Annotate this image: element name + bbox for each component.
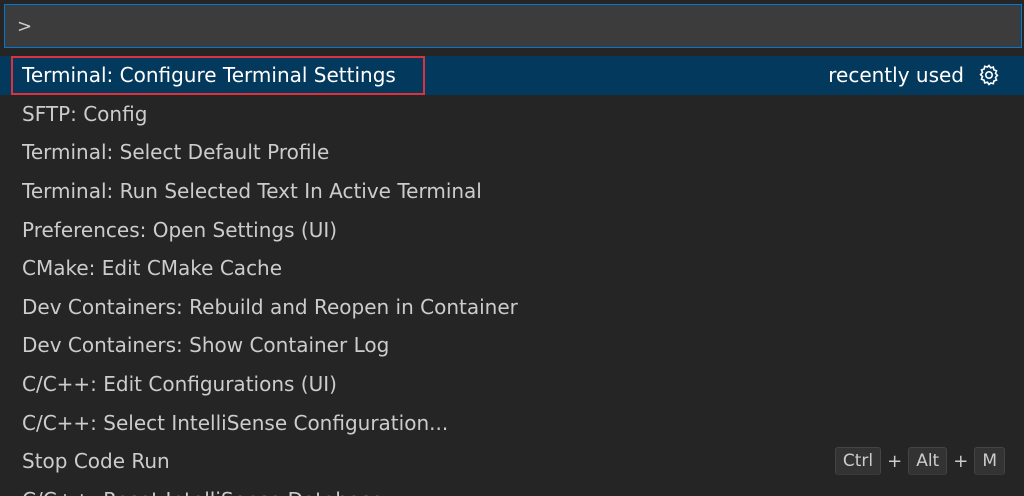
- command-input-container: [4, 4, 1022, 48]
- keybinding: Ctrl + Alt + M: [834, 447, 1005, 476]
- command-item-run-selected-text[interactable]: Terminal: Run Selected Text In Active Te…: [0, 172, 1024, 211]
- command-label: C/C++: Reset IntelliSense Database: [22, 488, 1002, 496]
- keycap: M: [974, 447, 1005, 476]
- command-item-open-settings-ui[interactable]: Preferences: Open Settings (UI): [0, 210, 1024, 249]
- command-item-configure-terminal-settings[interactable]: Terminal: Configure Terminal Settings re…: [0, 56, 1024, 95]
- command-item-stop-code-run[interactable]: Stop Code Run Ctrl + Alt + M: [0, 442, 1024, 481]
- keycap: Alt: [908, 447, 948, 476]
- command-label: Preferences: Open Settings (UI): [22, 217, 338, 242]
- command-item-rebuild-reopen-container[interactable]: Dev Containers: Rebuild and Reopen in Co…: [0, 288, 1024, 327]
- command-label: C/C++: Select IntelliSense Configuration…: [22, 410, 449, 435]
- command-label: Stop Code Run: [22, 449, 170, 474]
- command-item-show-container-log[interactable]: Dev Containers: Show Container Log: [0, 326, 1024, 365]
- command-label: SFTP: Config: [22, 101, 148, 126]
- command-item-select-default-profile[interactable]: Terminal: Select Default Profile: [0, 133, 1024, 172]
- command-item-reset-intellisense-db[interactable]: C/C++: Reset IntelliSense Database: [0, 481, 1024, 496]
- keycap: Ctrl: [834, 447, 882, 476]
- command-item-select-intellisense-config[interactable]: C/C++: Select IntelliSense Configuration…: [0, 403, 1024, 442]
- keybinding-separator: +: [953, 450, 969, 472]
- command-item-sftp-config[interactable]: SFTP: Config: [0, 95, 1024, 134]
- command-label: Terminal: Configure Terminal Settings: [22, 63, 396, 88]
- command-list: Terminal: Configure Terminal Settings re…: [0, 56, 1024, 496]
- command-label: Terminal: Select Default Profile: [22, 140, 330, 165]
- command-item-edit-cmake-cache[interactable]: CMake: Edit CMake Cache: [0, 249, 1024, 288]
- command-detail-group: recently used: [828, 62, 1002, 88]
- command-input[interactable]: [5, 5, 1021, 47]
- command-label: CMake: Edit CMake Cache: [22, 256, 283, 281]
- command-label: Terminal: Run Selected Text In Active Te…: [22, 179, 482, 204]
- gear-icon[interactable]: [976, 62, 1002, 88]
- command-label: C/C++: Edit Configurations (UI): [22, 372, 337, 397]
- command-palette: Terminal: Configure Terminal Settings re…: [0, 0, 1024, 496]
- command-label: Dev Containers: Rebuild and Reopen in Co…: [22, 294, 518, 319]
- recently-used-label: recently used: [828, 63, 964, 88]
- keybinding-separator: +: [887, 450, 903, 472]
- command-item-edit-configurations-ui[interactable]: C/C++: Edit Configurations (UI): [0, 365, 1024, 404]
- command-label: Dev Containers: Show Container Log: [22, 333, 390, 358]
